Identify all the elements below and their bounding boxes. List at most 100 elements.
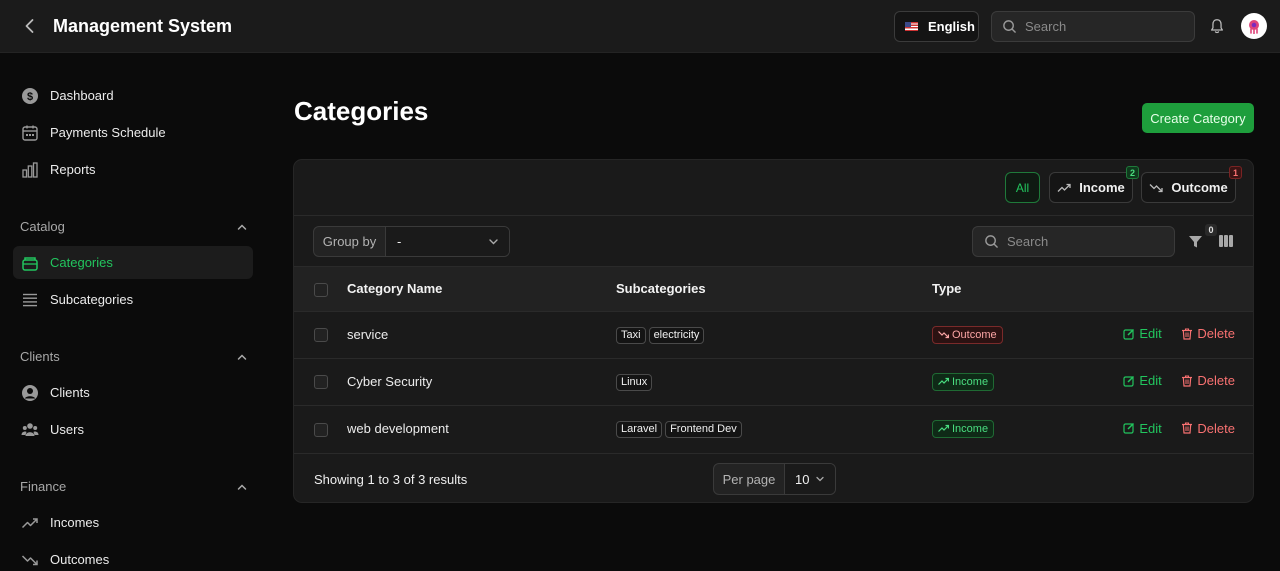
global-search[interactable] — [991, 11, 1195, 42]
edit-label: Edit — [1139, 373, 1162, 389]
edit-icon — [1123, 328, 1135, 340]
table-row: service Taxi electricity Outcome Edit De… — [294, 311, 1253, 358]
edit-button[interactable]: Edit — [1123, 421, 1162, 436]
type-label: Income — [952, 375, 989, 388]
delete-label: Delete — [1197, 420, 1235, 436]
app-title: Management System — [53, 16, 233, 36]
create-category-button[interactable]: Create Category — [1142, 103, 1254, 133]
category-name: Cyber Security — [347, 374, 433, 389]
row-select-cell — [294, 405, 347, 452]
row-checkbox[interactable] — [314, 375, 328, 390]
categories-table: Category Name Subcategories Type service… — [294, 267, 1253, 452]
category-name: web development — [347, 421, 449, 437]
group-by-dropdown[interactable]: - — [386, 227, 509, 256]
type-cell: Income — [932, 358, 1082, 405]
sidebar-item-clients[interactable]: Clients — [13, 376, 253, 409]
sidebar-item-label: Reports — [50, 162, 96, 177]
sidebar-item-reports[interactable]: Reports — [13, 153, 253, 186]
sidebar-group-finance[interactable]: Finance — [20, 479, 248, 494]
table-row: Cyber Security Linux Income Edit Delete — [294, 358, 1253, 405]
trash-icon — [1182, 375, 1193, 387]
sidebar-group-catalog[interactable]: Catalog — [20, 219, 248, 234]
select-all-checkbox[interactable] — [314, 282, 328, 297]
subcategories-cell: Taxi electricity — [616, 311, 932, 358]
row-checkbox[interactable] — [314, 328, 328, 343]
sidebar-item-label: Outcomes — [50, 552, 110, 567]
group-by-label: Group by — [314, 227, 386, 256]
delete-button[interactable]: Delete — [1181, 421, 1235, 436]
row-checkbox[interactable] — [314, 422, 328, 437]
tab-label: All — [1015, 180, 1030, 195]
table-search[interactable] — [972, 226, 1175, 257]
sidebar-item-label: Incomes — [50, 515, 100, 530]
row-select-cell — [294, 358, 347, 405]
category-name: service — [347, 327, 389, 342]
row-actions: Edit Delete — [1082, 358, 1253, 405]
subcategory-tag: Taxi — [616, 326, 646, 344]
per-page-select[interactable]: Per page 10 — [713, 463, 836, 495]
sidebar-item-categories[interactable]: Categories — [13, 246, 253, 279]
bell-icon[interactable] — [1208, 17, 1226, 35]
bar-chart-icon — [22, 161, 38, 178]
global-search-input[interactable] — [1025, 19, 1175, 34]
table-search-input[interactable] — [1007, 234, 1157, 249]
table-header-row: Category Name Subcategories Type — [294, 267, 1253, 311]
tab-all[interactable]: All — [1005, 172, 1040, 203]
sidebar-item-payments-schedule[interactable]: Payments Schedule — [13, 116, 253, 149]
tab-income[interactable]: Income 2 — [1049, 166, 1139, 203]
avatar[interactable] — [1241, 13, 1267, 39]
sidebar-group-label: Catalog — [20, 219, 65, 234]
type-badge-income: Income — [932, 419, 995, 438]
page-title: Categories — [294, 96, 429, 126]
search-icon — [1003, 20, 1016, 33]
list-icon — [23, 293, 37, 306]
trash-icon — [1182, 422, 1193, 434]
edit-button[interactable]: Edit — [1123, 326, 1162, 341]
sidebar-item-label: Clients — [50, 385, 90, 400]
filter-icon[interactable] — [1188, 234, 1203, 249]
calendar-icon — [22, 125, 38, 141]
group-by-select[interactable]: Group by - — [313, 226, 510, 257]
per-page-label: Per page — [714, 464, 785, 494]
columns-icon[interactable] — [1218, 234, 1234, 248]
income-count-badge: 2 — [1126, 166, 1139, 179]
sidebar-item-label: Users — [50, 422, 84, 437]
avatar-logo-icon — [1249, 20, 1259, 34]
type-badge-outcome: Outcome — [932, 325, 1003, 344]
sidebar-item-subcategories[interactable]: Subcategories — [13, 283, 253, 316]
column-header-type[interactable]: Type — [932, 267, 1082, 311]
table-toolbar: Group by - 0 — [294, 216, 1253, 267]
sidebar-item-incomes[interactable]: Incomes — [13, 506, 253, 539]
sidebar-item-label: Payments Schedule — [50, 125, 166, 140]
sidebar-item-users[interactable]: Users — [13, 413, 253, 446]
trend-down-icon — [21, 554, 38, 565]
column-header-category-name[interactable]: Category Name — [347, 267, 616, 311]
user-circle-icon — [22, 384, 38, 401]
language-button[interactable]: English — [894, 11, 979, 42]
table-row: web development Laravel Frontend Dev Inco… — [294, 405, 1253, 452]
sidebar-item-dashboard[interactable]: $ Dashboard — [13, 79, 253, 112]
sidebar-item-label: Dashboard — [50, 88, 114, 103]
sidebar-item-outcomes[interactable]: Outcomes — [13, 543, 253, 571]
chevron-down-icon — [489, 239, 498, 245]
subcategory-tag: Laravel — [616, 420, 663, 438]
categories-panel: All Income 2 Outcome 1 Group by - 0 — [293, 159, 1254, 503]
subcategory-tag: Frontend Dev — [665, 420, 742, 438]
column-header-subcategories[interactable]: Subcategories — [616, 267, 932, 311]
folder-icon — [22, 256, 38, 271]
subcategory-tag: electricity — [648, 326, 705, 344]
type-cell: Income — [932, 405, 1082, 452]
chevron-left-icon[interactable] — [20, 16, 40, 36]
table-footer: Showing 1 to 3 of 3 results Per page 10 — [294, 453, 1253, 502]
trash-icon — [1182, 328, 1193, 340]
tab-outcome[interactable]: Outcome 1 — [1141, 166, 1242, 203]
delete-button[interactable]: Delete — [1181, 373, 1235, 388]
search-icon — [985, 235, 998, 248]
sidebar-group-clients[interactable]: Clients — [20, 349, 248, 364]
filter-count-badge: 0 — [1205, 224, 1217, 236]
delete-button[interactable]: Delete — [1181, 326, 1235, 341]
edit-button[interactable]: Edit — [1123, 373, 1162, 389]
type-label: Outcome — [952, 328, 997, 341]
chevron-up-icon — [237, 353, 247, 360]
per-page-dropdown[interactable]: 10 — [785, 464, 835, 494]
